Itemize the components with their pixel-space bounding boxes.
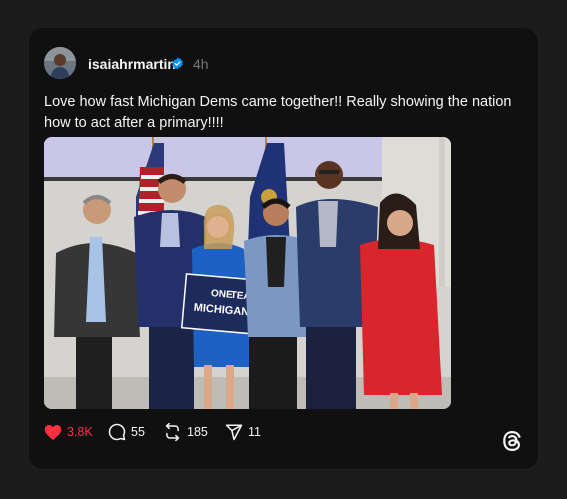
action-bar: 3.8K 55 185 11 [44, 422, 524, 442]
repost-button[interactable]: 185 [163, 422, 208, 442]
verified-badge-icon [172, 57, 183, 70]
comment-icon [108, 423, 126, 441]
like-count: 3.8K [67, 425, 93, 439]
share-icon [225, 424, 243, 441]
like-button[interactable]: 3.8K [44, 422, 93, 442]
post-timestamp: 4h [193, 56, 209, 72]
repost-count: 185 [187, 425, 208, 439]
repost-icon [165, 423, 180, 441]
heart-icon [44, 424, 62, 440]
post-text: Love how fast Michigan Dems came togethe… [44, 94, 512, 131]
share-button[interactable]: 11 [225, 422, 261, 442]
reply-count: 55 [131, 425, 145, 439]
reply-button[interactable]: 55 [108, 422, 145, 442]
post-card: isaiahrmartin 4h Love how fast Michigan … [29, 28, 538, 469]
threads-logo-icon[interactable] [500, 429, 524, 453]
share-count: 11 [248, 425, 261, 439]
username[interactable]: isaiahrmartin [88, 56, 176, 72]
post-photo[interactable]: ONE TEAM MICHIGAN [44, 137, 451, 409]
avatar[interactable] [44, 47, 76, 79]
